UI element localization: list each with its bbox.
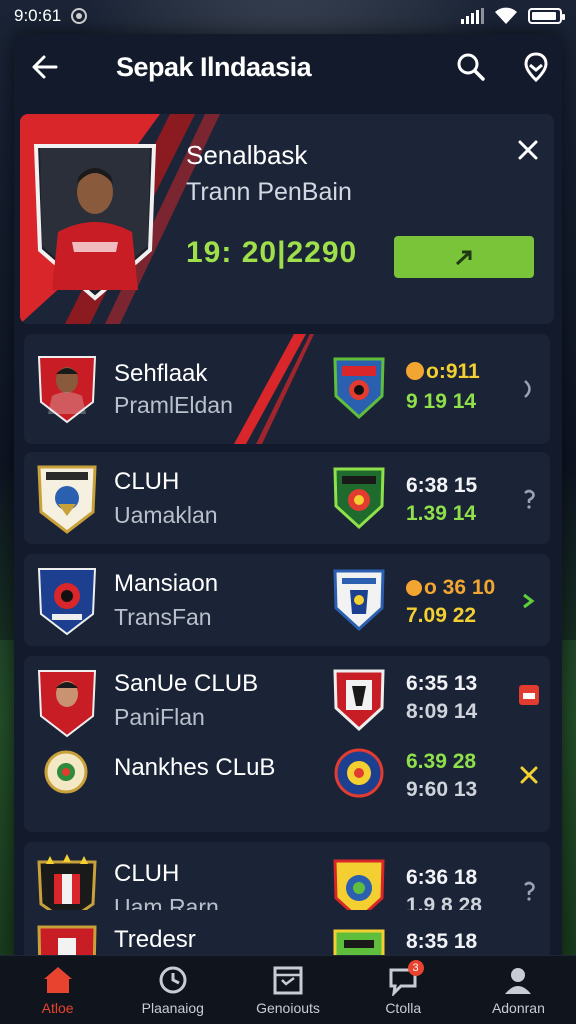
match-time-1: 6.39 28 xyxy=(406,750,477,773)
main-panel: Sepak Ilndaasia Senalbask Trann PenBain … xyxy=(14,34,562,964)
search-icon[interactable] xyxy=(454,50,488,84)
clock-icon xyxy=(159,966,187,994)
match-subtitle: Uamaklan xyxy=(114,502,218,528)
match-row[interactable]: Mansiaon TransFan o 36 10 7.09 22 xyxy=(24,554,550,646)
match-name: Nankhes CLuB xyxy=(114,754,276,781)
arrow-right-icon xyxy=(455,250,472,266)
profile-icon xyxy=(505,968,532,994)
match-time-1: 6:35 13 xyxy=(406,672,478,695)
match-time-2: 9 19 14 xyxy=(406,390,477,413)
match-time-2: 7.09 22 xyxy=(406,604,477,627)
match-row[interactable]: Sehflaak PramlEldan o:911 9 19 14 xyxy=(24,334,550,444)
club-logo xyxy=(333,467,385,530)
match-time-2: 1.39 14 xyxy=(406,502,477,525)
club-crest xyxy=(44,750,88,794)
match-time-2: 8:09 14 xyxy=(406,700,478,723)
wifi-icon xyxy=(495,7,517,24)
close-icon[interactable] xyxy=(514,136,542,164)
match-time-1: 6:36 18 xyxy=(406,866,478,889)
match-time-2: 9:60 13 xyxy=(406,778,478,801)
nav-planning[interactable]: Plaanaiog xyxy=(115,956,230,1024)
ticket-icon[interactable] xyxy=(516,682,542,708)
player-crest xyxy=(37,356,97,424)
featured-score: 19: 20|2290 xyxy=(186,236,358,269)
club-crest xyxy=(37,568,97,636)
club-logo xyxy=(333,669,385,732)
match-subtitle: PramlEldan xyxy=(114,392,233,418)
club-logo xyxy=(334,748,384,798)
chevron-right-icon[interactable] xyxy=(516,376,542,402)
battery-icon xyxy=(528,8,565,24)
match-name: SanUe CLUB xyxy=(114,670,259,697)
featured-player-card[interactable]: Senalbask Trann PenBain 19: 20|2290 xyxy=(20,114,554,324)
page-title: Sepak Ilndaasia xyxy=(116,52,312,82)
nav-label: Atloe xyxy=(41,1000,74,1016)
match-time-1: 6:38 15 xyxy=(406,474,478,497)
signal-icon xyxy=(461,8,484,24)
match-subtitle: PaniFlan xyxy=(114,704,205,730)
match-name: CLUH xyxy=(114,468,180,495)
app-bar: Sepak Ilndaasia xyxy=(14,34,562,100)
club-logo xyxy=(333,357,385,420)
match-name: Mansiaon xyxy=(114,570,219,597)
match-subtitle: TransFan xyxy=(114,604,212,630)
match-time-1: o 36 10 xyxy=(406,576,495,600)
chevron-green-icon[interactable] xyxy=(516,588,542,614)
nav-profile[interactable]: Adonran xyxy=(461,956,576,1024)
home-icon xyxy=(43,967,72,993)
featured-player-name: Senalbask xyxy=(186,140,308,170)
match-row[interactable]: CLUH Uamaklan 6:38 15 1.39 14 xyxy=(24,452,550,544)
match-name: CLUH xyxy=(114,860,180,887)
match-name: Tredesr xyxy=(114,926,196,953)
close-yellow-icon[interactable] xyxy=(516,762,542,788)
notification-icon xyxy=(71,8,88,24)
nav-label: Genoiouts xyxy=(256,1000,320,1016)
team-badge-icon[interactable] xyxy=(519,50,553,84)
status-bar: 9:0:61 xyxy=(0,0,576,32)
info-icon[interactable] xyxy=(516,878,542,904)
match-time-1: 8:35 18 xyxy=(406,930,478,953)
red-stripe-decoration xyxy=(234,334,314,444)
player-crest xyxy=(37,670,97,738)
nav-label: Plaanaiog xyxy=(141,1000,204,1016)
info-icon[interactable] xyxy=(516,486,542,512)
notification-badge: 3 xyxy=(407,960,424,976)
nav-chat[interactable]: 3 Ctolla xyxy=(346,956,461,1024)
coin-icon xyxy=(406,362,424,380)
nav-label: Adonran xyxy=(491,1000,545,1016)
status-time: 9:0:61 xyxy=(14,6,62,25)
back-arrow-icon[interactable] xyxy=(28,50,62,84)
calendar-icon xyxy=(273,966,303,995)
nav-label: Ctolla xyxy=(385,1000,422,1016)
nav-home[interactable]: Atloe xyxy=(0,956,115,1024)
match-time-1: o:911 xyxy=(406,360,480,384)
club-crest xyxy=(37,465,97,534)
featured-player-subtitle: Trann PenBain xyxy=(186,178,352,206)
coin-icon xyxy=(406,580,422,596)
match-group-row[interactable]: SanUe CLUB PaniFlan 6:35 13 8:09 14 Nank… xyxy=(24,656,550,832)
featured-player-portrait xyxy=(33,144,157,301)
match-name: Sehflaak xyxy=(114,360,208,387)
bottom-navigation: Atloe Plaanaiog Genoiouts 3 Ctolla Adonr… xyxy=(0,955,576,1024)
club-logo xyxy=(333,569,385,632)
nav-genoiouts[interactable]: Genoiouts xyxy=(230,956,345,1024)
featured-go-button[interactable] xyxy=(394,236,534,278)
